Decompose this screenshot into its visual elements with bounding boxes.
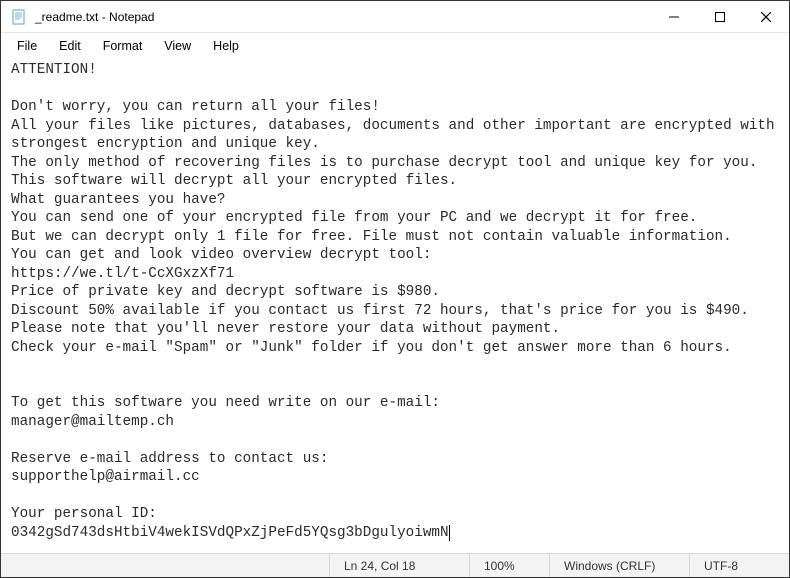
window-controls bbox=[651, 1, 789, 32]
window-title: _readme.txt - Notepad bbox=[35, 10, 651, 24]
close-button[interactable] bbox=[743, 1, 789, 32]
menu-edit[interactable]: Edit bbox=[49, 37, 91, 55]
statusbar: Ln 24, Col 18 100% Windows (CRLF) UTF-8 bbox=[1, 553, 789, 577]
notepad-icon bbox=[11, 9, 27, 25]
menu-format[interactable]: Format bbox=[93, 37, 153, 55]
status-zoom: 100% bbox=[469, 554, 549, 577]
status-encoding: UTF-8 bbox=[689, 554, 789, 577]
menu-help[interactable]: Help bbox=[203, 37, 249, 55]
menu-view[interactable]: View bbox=[154, 37, 201, 55]
menu-file[interactable]: File bbox=[7, 37, 47, 55]
minimize-button[interactable] bbox=[651, 1, 697, 32]
status-lineending: Windows (CRLF) bbox=[549, 554, 689, 577]
status-spacer bbox=[1, 554, 329, 577]
maximize-button[interactable] bbox=[697, 1, 743, 32]
status-position: Ln 24, Col 18 bbox=[329, 554, 469, 577]
text-cursor bbox=[449, 525, 450, 541]
document-text: ATTENTION! Don't worry, you can return a… bbox=[11, 62, 783, 541]
menubar: File Edit Format View Help bbox=[1, 33, 789, 59]
titlebar[interactable]: _readme.txt - Notepad bbox=[1, 1, 789, 33]
notepad-window: _readme.txt - Notepad File Edit Format V… bbox=[0, 0, 790, 578]
text-area[interactable]: ATTENTION! Don't worry, you can return a… bbox=[1, 59, 789, 553]
